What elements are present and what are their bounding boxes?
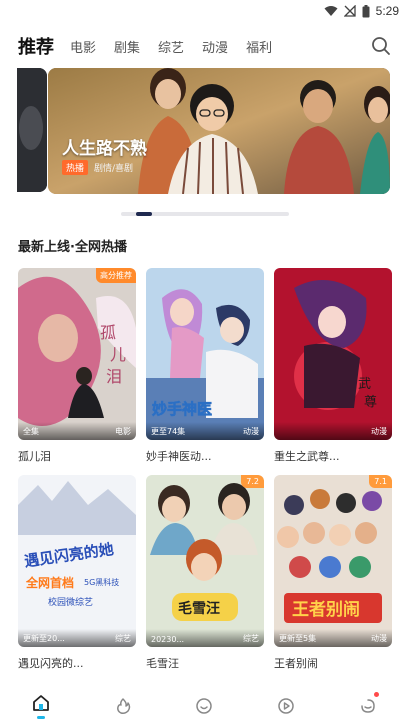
tab-profile[interactable] (348, 688, 388, 724)
card-title: 王者别闹 (274, 657, 318, 670)
card-episode-status: 更至74集 (151, 427, 186, 436)
card-category: 动漫 (243, 427, 259, 436)
card-corner-badge: 高分推荐 (96, 268, 136, 283)
card-episode-status: 更新至5集 (279, 634, 317, 643)
card-title: 毛雪汪 (146, 657, 179, 670)
card-score-badge: 7.2 (241, 475, 264, 488)
svg-text:妙手神医: 妙手神医 (152, 400, 212, 418)
card-title: 孤儿泪 (18, 450, 51, 463)
card-category: 综艺 (115, 634, 131, 643)
banner-genre: 剧情/喜剧 (94, 164, 134, 174)
tab-variety[interactable]: 综艺 (158, 37, 184, 56)
media-card[interactable]: 武 尊 动漫 重生之武尊... (274, 268, 392, 464)
battery-icon (362, 4, 370, 17)
card-title: 遇见闪亮的... (18, 657, 84, 670)
active-tab-indicator (36, 716, 45, 719)
card-category: 动漫 (371, 634, 387, 643)
section-title: 最新上线·全网热播 (18, 240, 127, 255)
card-bottom-bar: 更新至5集 动漫 (274, 629, 392, 647)
tab-recommend[interactable]: 推荐 (18, 33, 54, 59)
notification-dot (374, 692, 380, 697)
tab-video[interactable] (266, 688, 306, 724)
play-icon (278, 698, 295, 714)
svg-text:王者别闹: 王者别闹 (292, 599, 360, 620)
poster: 妙手神医 更至74集 动漫 (146, 268, 264, 440)
tab-anime[interactable]: 动漫 (202, 37, 228, 56)
svg-text:全网首档: 全网首档 (25, 575, 74, 590)
banner-slide[interactable]: 人生路不熟 热播 剧情/喜剧 (48, 68, 390, 194)
card-category: 综艺 (243, 634, 259, 643)
card-score-badge: 7.1 (369, 475, 392, 488)
card-title: 重生之武尊... (274, 450, 340, 463)
svg-text:孤: 孤 (100, 323, 116, 342)
media-card[interactable]: 毛雪汪 7.2 20230... 综艺 毛雪汪 (146, 475, 264, 671)
profile-icon (361, 699, 375, 713)
home-icon (32, 695, 49, 711)
card-category: 动漫 (371, 427, 387, 436)
banner-artwork (48, 68, 390, 194)
poster: 武 尊 动漫 (274, 268, 392, 440)
svg-text:5G黑科技: 5G黑科技 (84, 577, 119, 587)
poster: 毛雪汪 7.2 20230... 综艺 (146, 475, 264, 647)
svg-text:泪: 泪 (106, 367, 122, 386)
card-bottom-bar: 更新至20... 综艺 (18, 629, 136, 647)
media-card[interactable]: 王者别闹 7.1 更新至5集 动漫 王者别闹 (274, 475, 392, 671)
no-signal-icon (343, 5, 356, 17)
tab-home[interactable] (21, 688, 61, 724)
banner-prev-slide[interactable] (17, 68, 47, 192)
banner-carousel[interactable]: 人生路不熟 热播 剧情/喜剧 (0, 68, 409, 196)
media-card[interactable]: 遇见闪亮的她 全网首档 5G黑科技 校园微综艺 更新至20... 综艺 遇见闪亮… (18, 475, 136, 671)
tab-community[interactable] (184, 688, 224, 724)
card-episode-status: 全集 (23, 427, 39, 436)
wifi-icon (324, 6, 338, 16)
top-nav: 推荐 电影 剧集 综艺 动漫 福利 (18, 32, 398, 60)
poster: 王者别闹 7.1 更新至5集 动漫 (274, 475, 392, 647)
svg-text:尊: 尊 (364, 394, 377, 410)
media-card[interactable]: 妙手神医 更至74集 动漫 妙手神医动... (146, 268, 264, 464)
banner-pagination (121, 212, 289, 216)
tab-welfare[interactable]: 福利 (246, 37, 272, 56)
card-episode-status: 更新至20... (23, 634, 65, 643)
hot-badge: 热播 (62, 160, 89, 175)
card-episode-status: 20230... (151, 635, 185, 644)
card-title: 妙手神医动... (146, 450, 212, 463)
status-bar: 5:29 (0, 0, 409, 22)
banner-title: 人生路不熟 (62, 139, 147, 159)
svg-text:校园微综艺: 校园微综艺 (48, 596, 93, 608)
card-bottom-bar: 更至74集 动漫 (146, 422, 264, 440)
media-card[interactable]: 孤 儿 泪 高分推荐 全集 电影 孤儿泪 (18, 268, 136, 464)
card-category: 电影 (115, 427, 131, 436)
banner-active-indicator (136, 212, 152, 216)
banner-tags: 热播 剧情/喜剧 (62, 160, 133, 175)
card-bottom-bar: 动漫 (274, 422, 392, 440)
card-bottom-bar: 20230... 综艺 (146, 629, 264, 647)
card-bottom-bar: 全集 电影 (18, 422, 136, 440)
tab-movies[interactable]: 电影 (70, 37, 96, 56)
tab-hot[interactable] (103, 688, 143, 724)
chat-icon (196, 698, 213, 714)
svg-text:儿: 儿 (110, 345, 126, 364)
svg-text:武: 武 (358, 377, 371, 392)
bottom-tab-bar (0, 684, 409, 728)
tab-series[interactable]: 剧集 (114, 37, 140, 56)
fire-icon (116, 698, 130, 714)
poster: 遇见闪亮的她 全网首档 5G黑科技 校园微综艺 更新至20... 综艺 (18, 475, 136, 647)
status-time: 5:29 (375, 4, 399, 18)
poster: 孤 儿 泪 高分推荐 全集 电影 (18, 268, 136, 440)
svg-text:毛雪汪: 毛雪汪 (178, 600, 220, 617)
search-icon[interactable] (370, 35, 392, 57)
